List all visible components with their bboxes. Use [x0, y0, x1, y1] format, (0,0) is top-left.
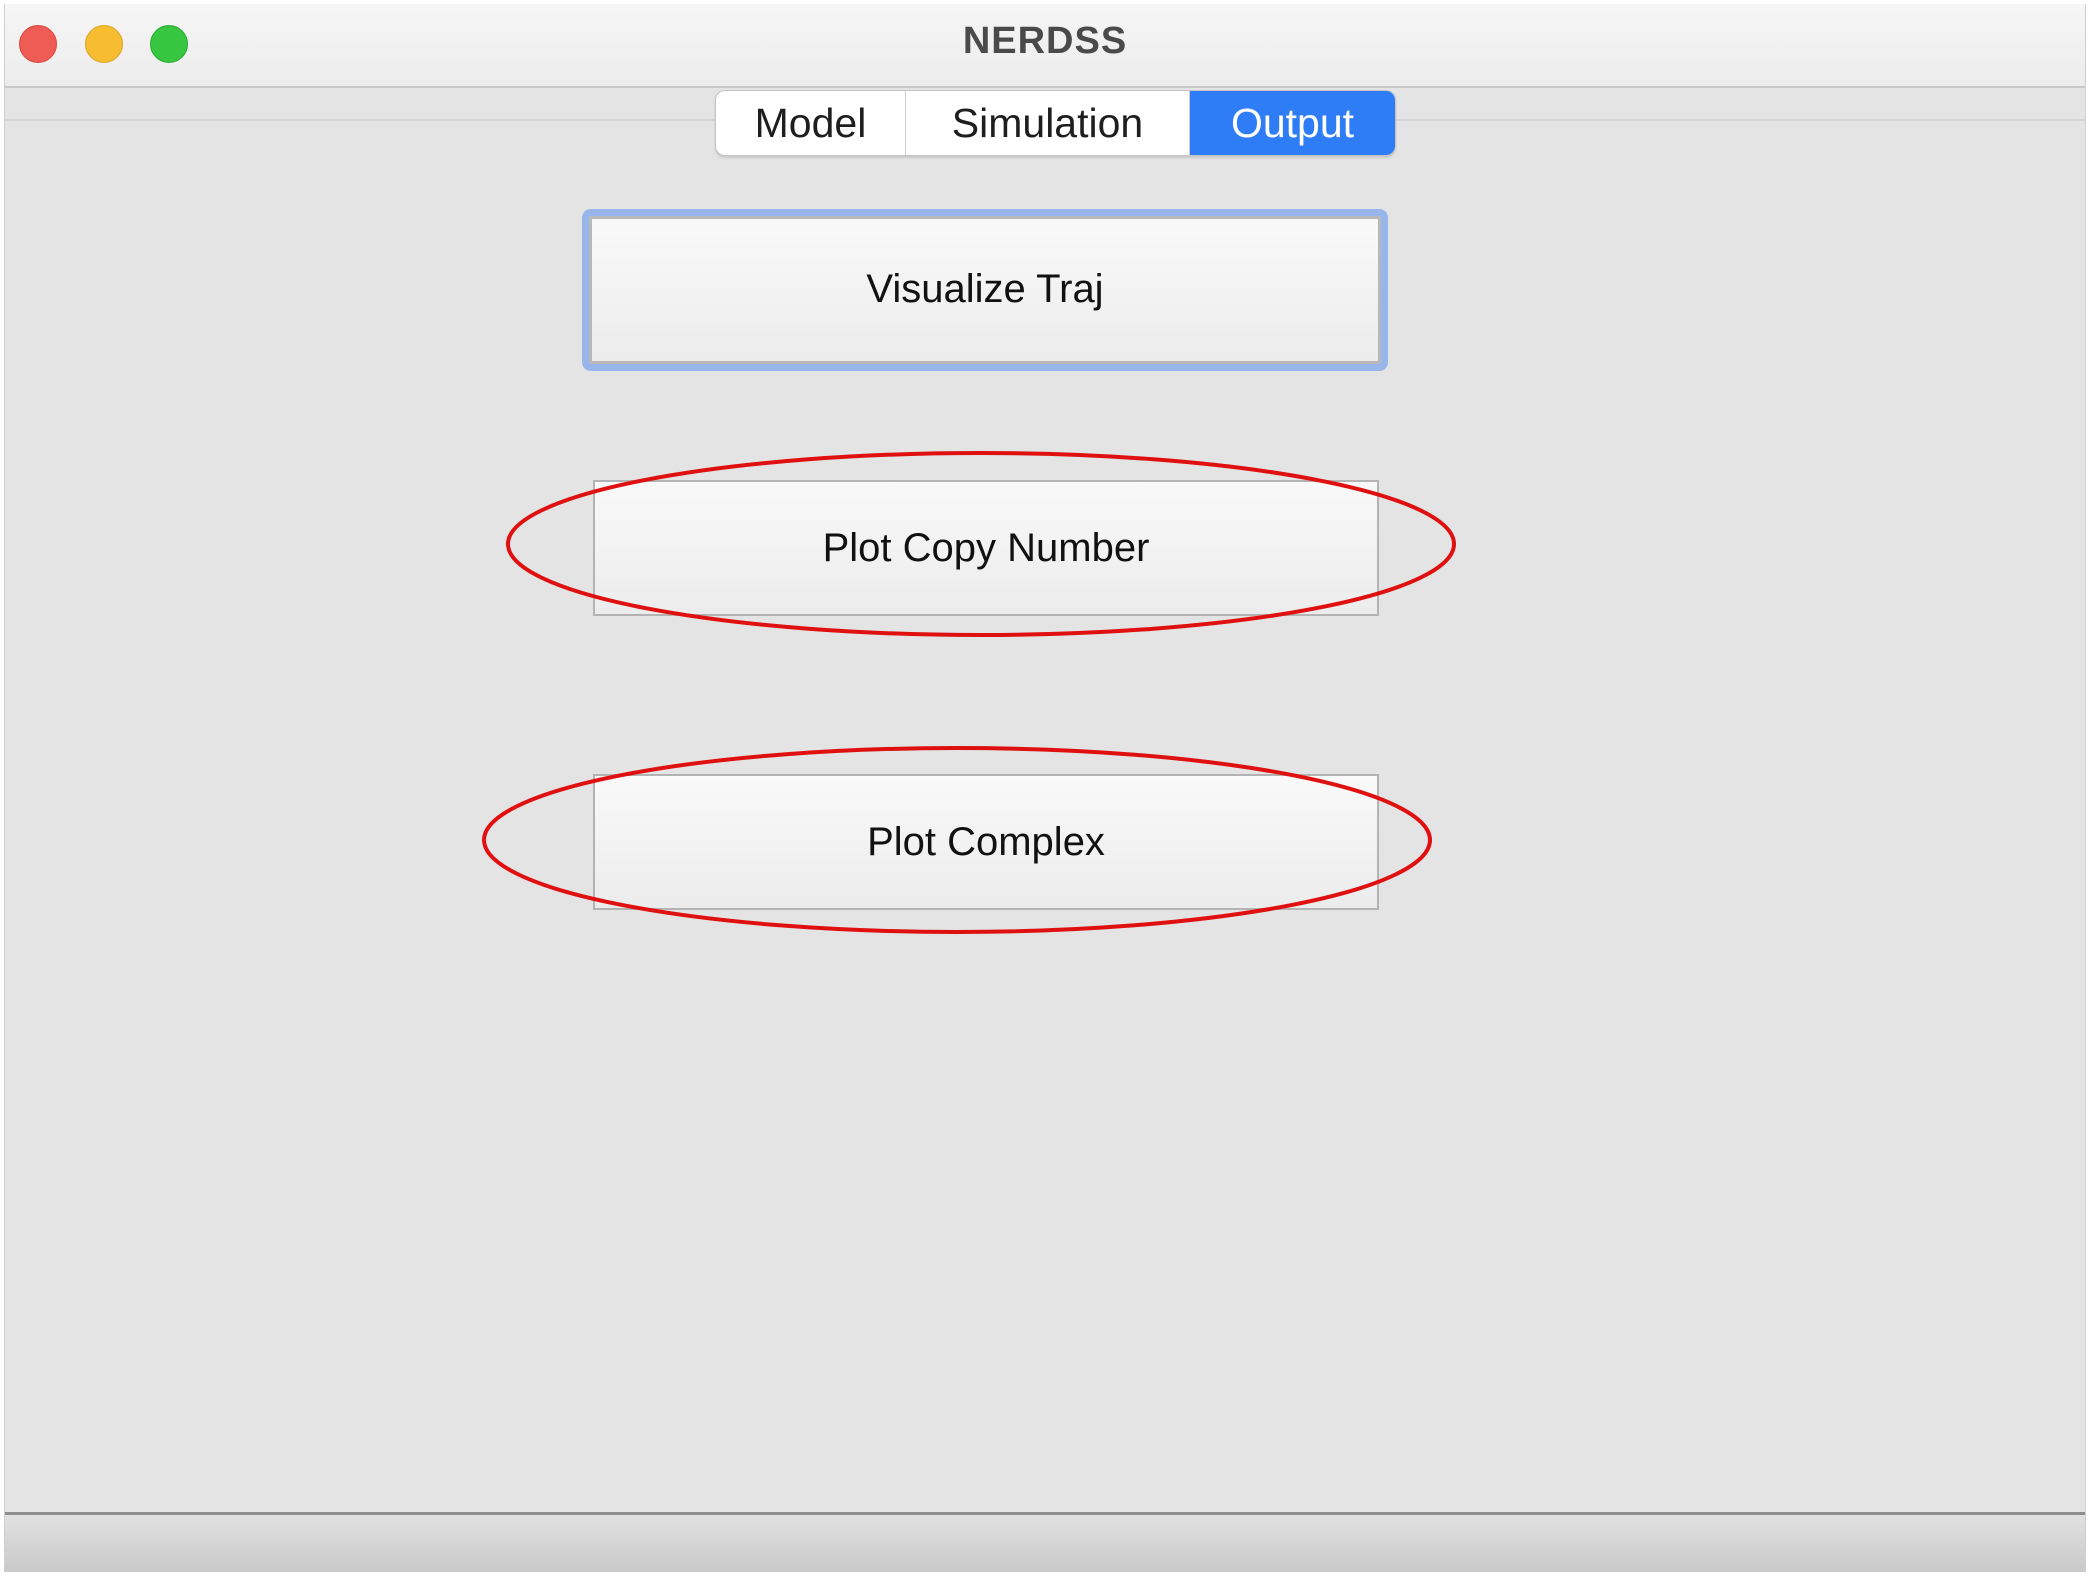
window-title: NERDSS	[962, 20, 1128, 62]
nerdss-window: NERDSS Model Simulation Output Visualize…	[4, 4, 2086, 1572]
plot-complex-button[interactable]: Plot Complex	[593, 774, 1379, 910]
tab-simulation[interactable]: Simulation	[906, 91, 1190, 155]
visualize-traj-button[interactable]: Visualize Traj	[589, 216, 1381, 364]
tab-output[interactable]: Output	[1190, 91, 1395, 155]
title-bar: NERDSS	[5, 4, 2085, 88]
tab-model[interactable]: Model	[716, 91, 906, 155]
tab-bar: Model Simulation Output	[715, 90, 1396, 156]
plot-copy-number-button[interactable]: Plot Copy Number	[593, 480, 1379, 616]
bottom-status-bar	[5, 1512, 2085, 1572]
